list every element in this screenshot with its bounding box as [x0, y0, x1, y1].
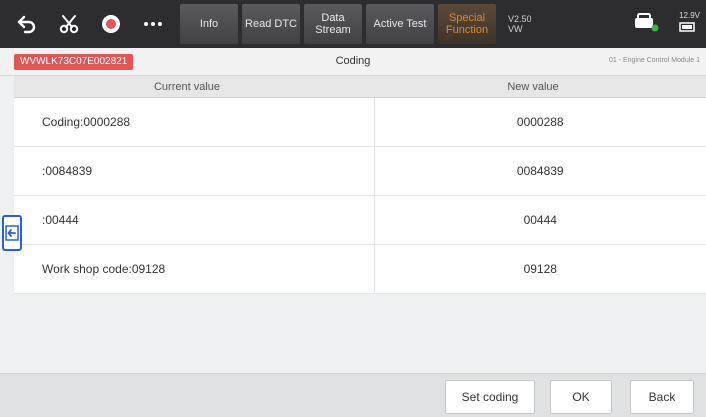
side-panel-toggle[interactable]	[2, 215, 22, 251]
scissors-icon[interactable]	[56, 11, 82, 37]
ok-button[interactable]: OK	[550, 380, 612, 414]
table-header: Current value New value	[14, 76, 706, 98]
collapse-arrow-icon	[5, 225, 19, 241]
battery-voltage: 12.9V	[679, 10, 700, 20]
page-title: Coding	[335, 55, 371, 67]
new-value-cell[interactable]: 0000288	[375, 98, 706, 146]
tab-info[interactable]: Info	[180, 4, 238, 44]
tab-active-test[interactable]: Active Test	[366, 4, 434, 44]
set-coding-button[interactable]: Set coding	[445, 380, 535, 414]
coding-table: Current value New value Coding:0000288 0…	[14, 76, 706, 294]
top-toolbar: Info Read DTC Data Stream Active Test Sp…	[0, 0, 706, 48]
more-icon[interactable]	[140, 11, 166, 37]
current-value-cell: Work shop code:09128	[14, 245, 375, 293]
current-value-cell: :0084839	[14, 147, 375, 195]
vehicle-connection-icon	[633, 11, 659, 38]
battery-indicator: 12.9V	[679, 11, 700, 38]
tab-read-dtc[interactable]: Read DTC	[242, 4, 300, 44]
back-arrow-icon[interactable]	[14, 11, 40, 37]
header-new-value: New value	[507, 81, 559, 93]
status-area: 12.9V	[548, 0, 706, 48]
version-label: V2.50 VW	[508, 14, 532, 34]
new-value-cell[interactable]: 09128	[375, 245, 706, 293]
back-button[interactable]: Back	[630, 380, 694, 414]
module-label: 01 - Engine Control Module 1	[608, 57, 700, 64]
battery-icon	[679, 21, 695, 32]
table-row: :00444 00444	[14, 196, 706, 245]
tab-data-stream[interactable]: Data Stream	[304, 4, 362, 44]
table-row: :0084839 0084839	[14, 147, 706, 196]
info-bar: WVWLK73C07E002821 Coding 01 - Engine Con…	[0, 48, 706, 76]
header-current-value: Current value	[153, 81, 221, 93]
current-value-cell: :00444	[14, 196, 375, 244]
table-row: Work shop code:09128 09128	[14, 245, 706, 294]
tab-special-function[interactable]: Special Function	[438, 4, 496, 44]
new-value-cell[interactable]: 0084839	[375, 147, 706, 195]
toolbar-icons	[0, 0, 180, 48]
new-value-cell[interactable]: 00444	[375, 196, 706, 244]
bottom-action-bar: Set coding OK Back	[0, 373, 706, 417]
table-row: Coding:0000288 0000288	[14, 98, 706, 147]
record-icon[interactable]	[98, 11, 124, 37]
current-value-cell: Coding:0000288	[14, 98, 375, 146]
function-tabs: Info Read DTC Data Stream Active Test Sp…	[180, 0, 500, 48]
